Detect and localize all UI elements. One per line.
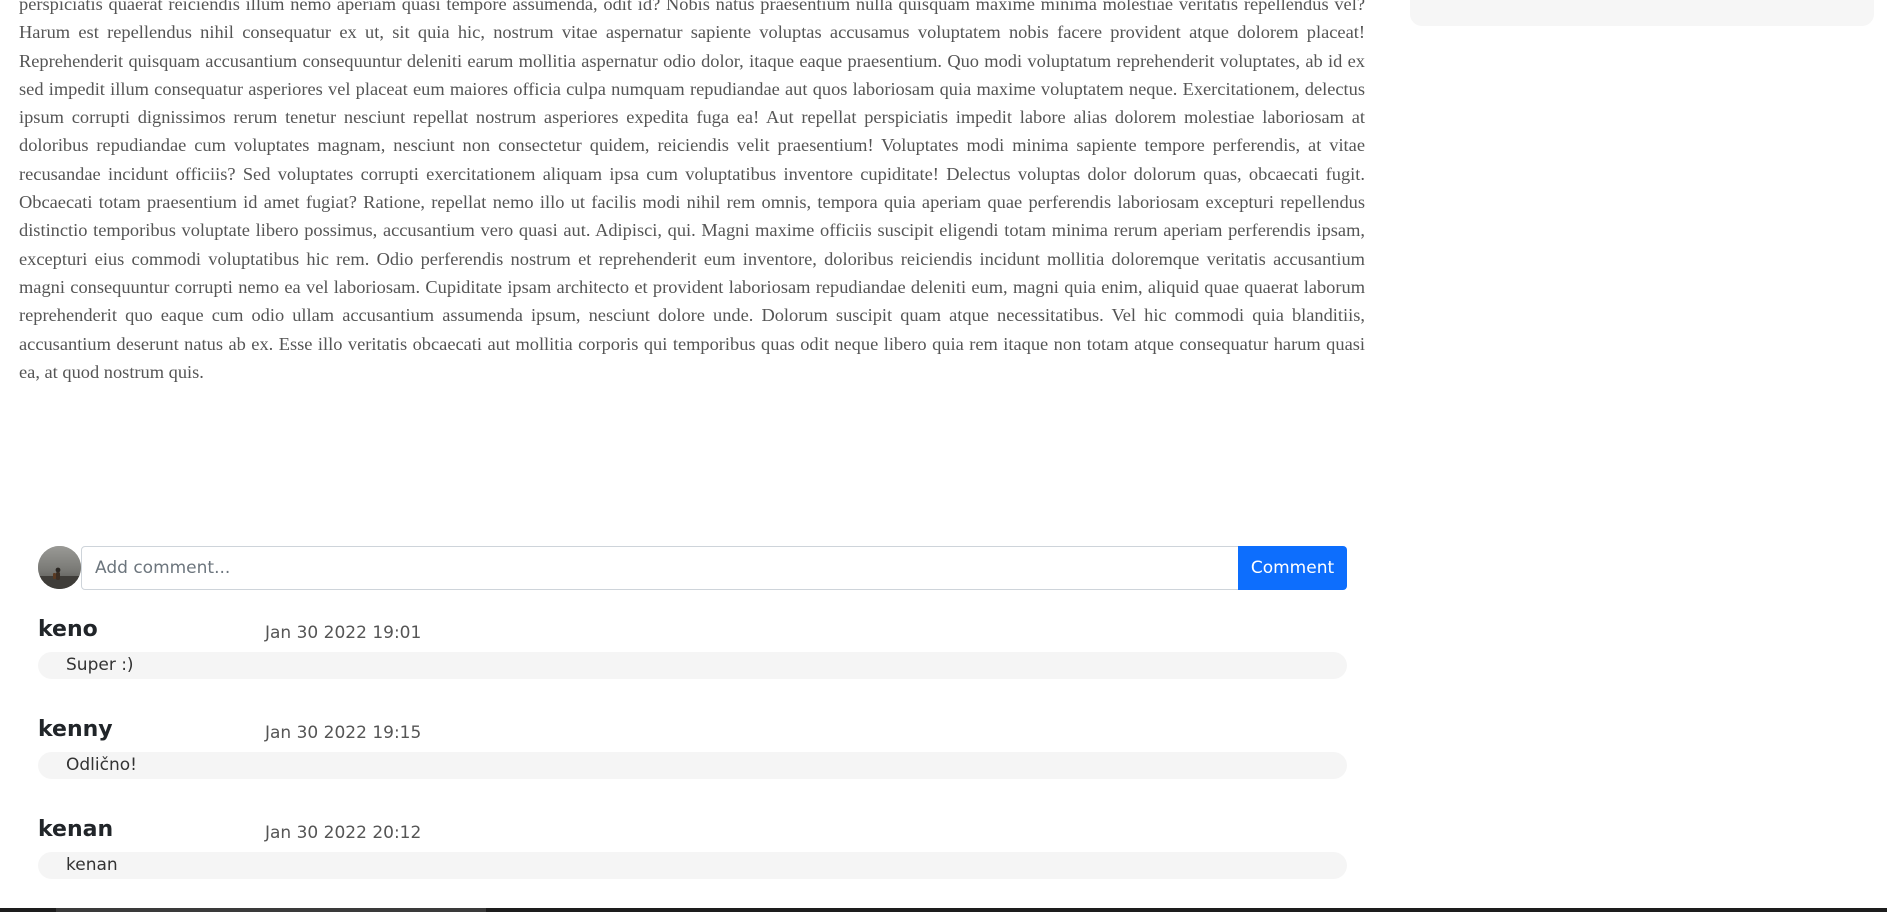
comment-author: kenan	[38, 817, 114, 842]
comment-text: Super :)	[38, 652, 1347, 679]
comment-author: kenny	[38, 717, 113, 742]
avatar-photo-icon	[38, 546, 81, 589]
comment-text: Odlično!	[38, 752, 1347, 779]
article-body: perspiciatis quaerat reiciendis illum ne…	[19, 0, 1365, 382]
comment-form: Comment	[38, 546, 1347, 590]
comment-timestamp: Jan 30 2022 19:01	[265, 623, 422, 643]
comment-list: keno Jan 30 2022 19:01 Super :) kenny Ja…	[38, 612, 1347, 912]
comment-header: kenny Jan 30 2022 19:15	[38, 712, 1347, 752]
bottom-bar	[0, 908, 1887, 912]
comment-input[interactable]	[81, 546, 1239, 590]
comment-item: keno Jan 30 2022 19:01 Super :)	[38, 612, 1347, 712]
comment-item: kenan Jan 30 2022 20:12 kenan	[38, 812, 1347, 912]
comment-text: kenan	[38, 852, 1347, 879]
comment-button[interactable]: Comment	[1238, 546, 1347, 590]
comment-author: keno	[38, 617, 98, 642]
user-avatar	[38, 546, 81, 589]
comment-timestamp: Jan 30 2022 20:12	[265, 823, 422, 843]
comment-item: kenny Jan 30 2022 19:15 Odlično!	[38, 712, 1347, 812]
comment-header: keno Jan 30 2022 19:01	[38, 612, 1347, 652]
bottom-bar-segment	[56, 908, 486, 912]
comment-header: kenan Jan 30 2022 20:12	[38, 812, 1347, 852]
comment-timestamp: Jan 30 2022 19:15	[265, 723, 422, 743]
sidebar-card	[1410, 0, 1874, 26]
